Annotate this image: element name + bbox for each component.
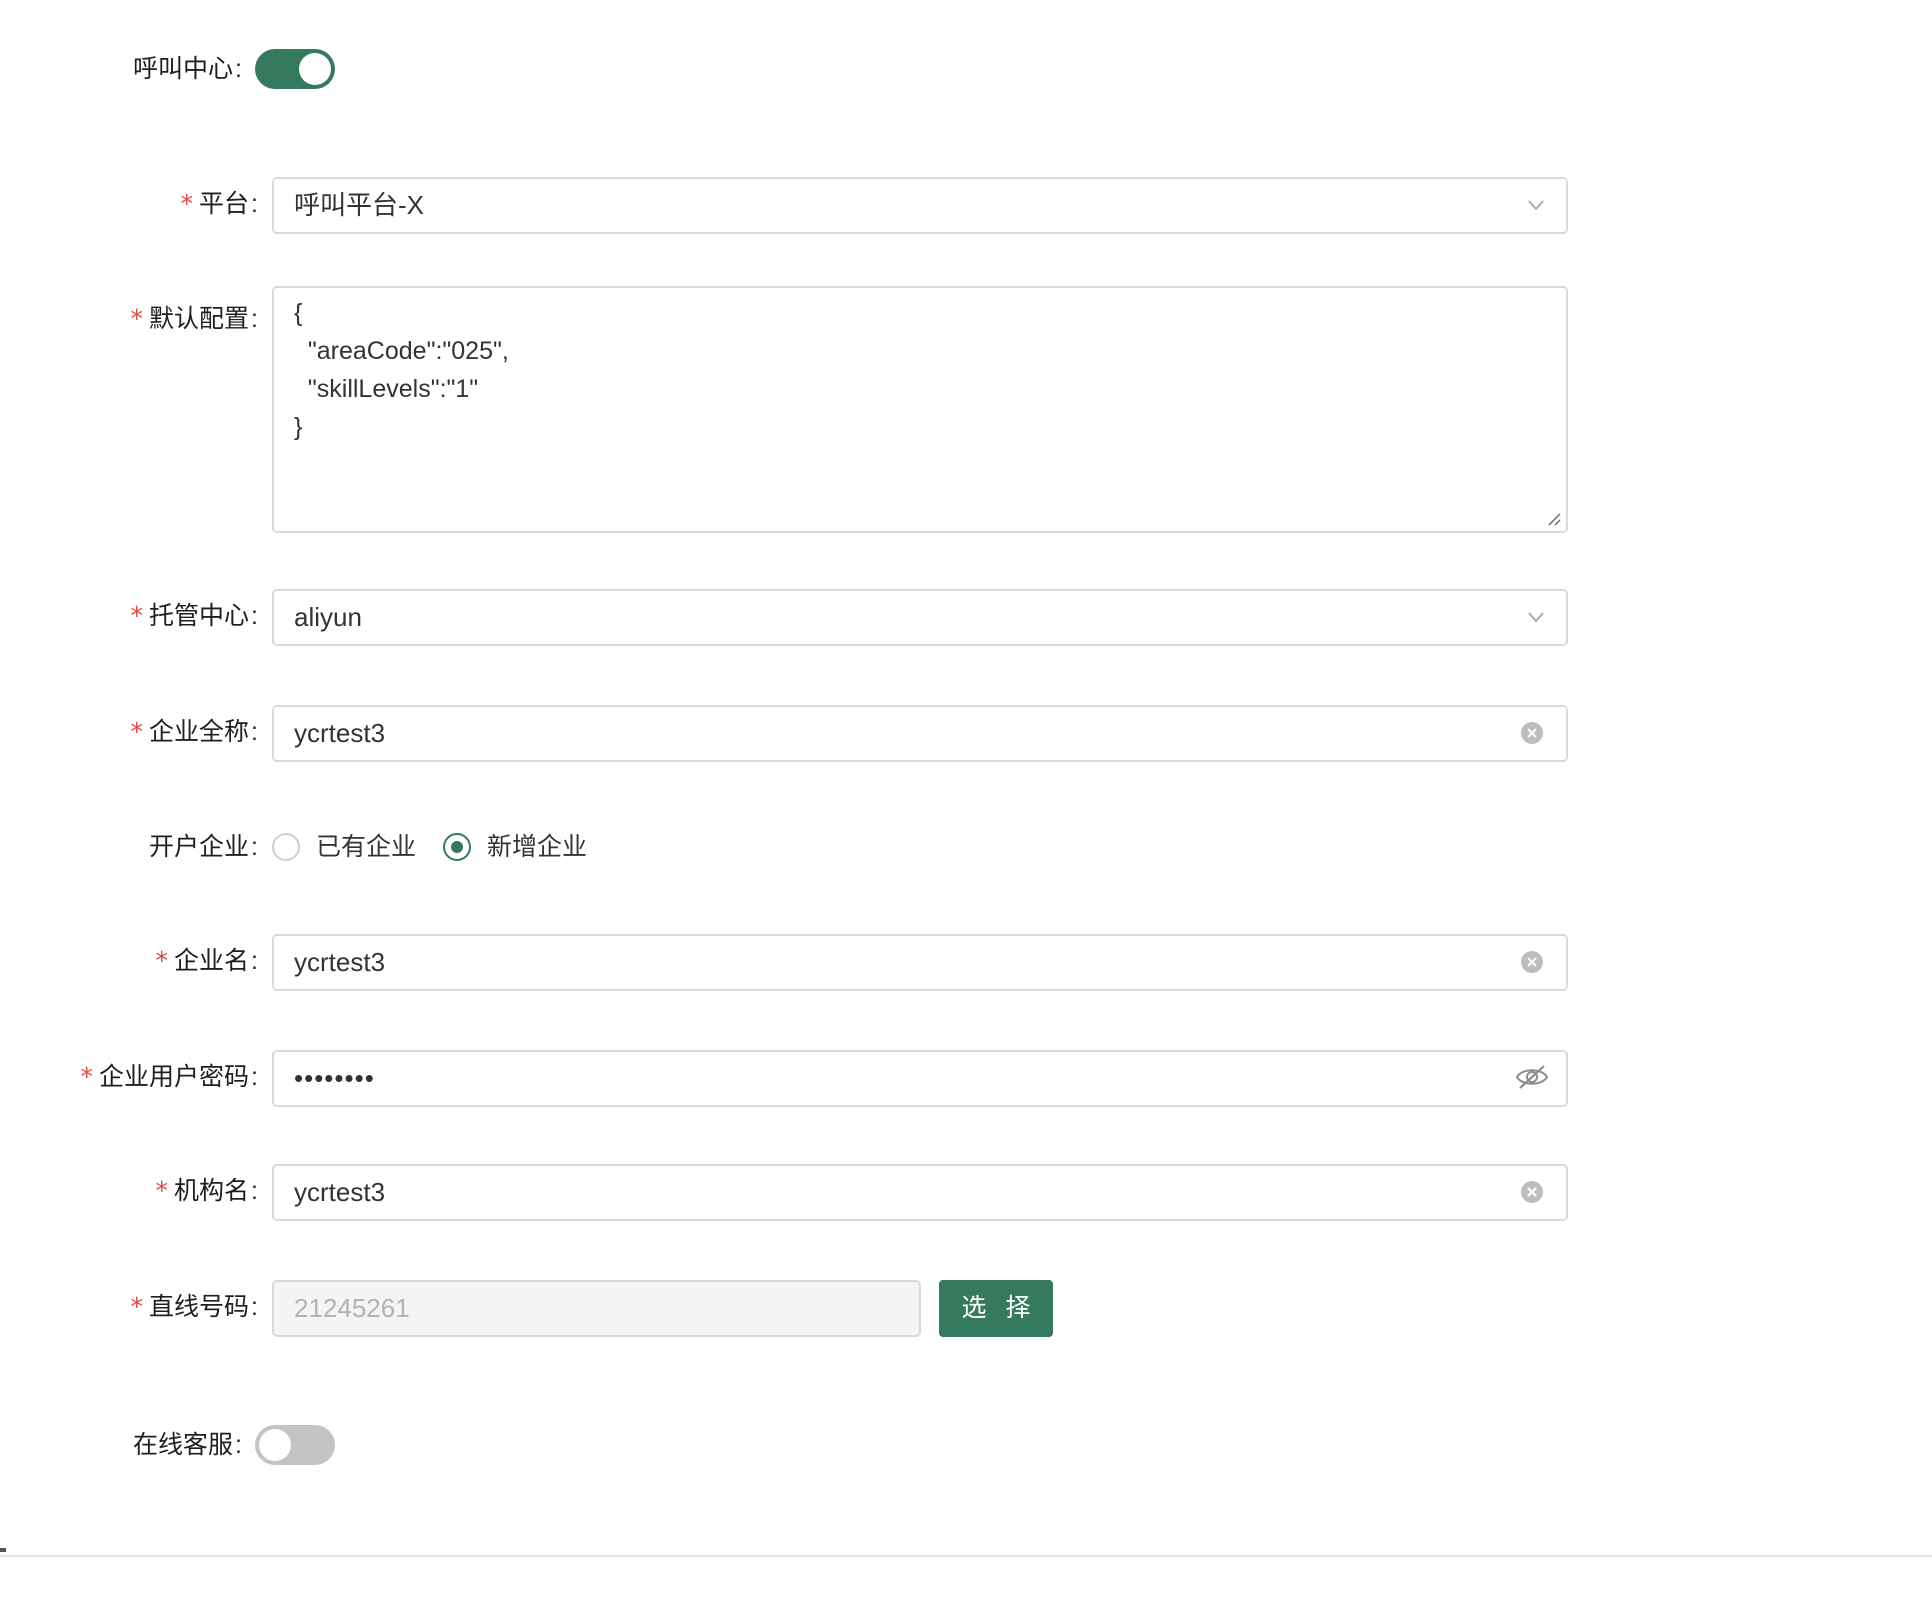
company-user-password-row: * 企业用户密码: •••••••• [0, 1050, 1932, 1107]
company-name-value: ycrtest3 [294, 947, 386, 977]
radio-label: 新增企业 [487, 833, 588, 861]
default-config-label-text: 默认配置 [149, 305, 250, 333]
resize-handle-icon[interactable] [1546, 511, 1562, 527]
org-name-row: * 机构名: ycrtest3 [0, 1164, 1932, 1221]
hosting-center-label: * 托管中心: [131, 601, 258, 631]
online-service-toggle[interactable] [255, 1425, 335, 1465]
direct-number-input: 21245261 [272, 1280, 921, 1337]
label-colon: : [251, 718, 258, 746]
config-line: "skillLevels":"1" [294, 375, 479, 403]
company-user-password-label-text: 企业用户密码 [99, 1063, 250, 1091]
label-colon: : [251, 190, 258, 218]
platform-label-text: 平台 [199, 190, 250, 218]
required-mark: * [155, 1176, 169, 1205]
label-colon: : [251, 947, 258, 975]
config-line: { [294, 299, 303, 327]
label-colon: : [251, 305, 258, 333]
edge-mark [0, 1548, 6, 1552]
open-account-company-label: 开户企业: [149, 832, 258, 862]
hosting-center-select[interactable]: aliyun [272, 589, 1568, 646]
chevron-down-icon [1528, 200, 1544, 211]
company-name-input[interactable]: ycrtest3 [272, 934, 1568, 991]
required-mark: * [130, 1292, 144, 1321]
company-full-name-input[interactable]: ycrtest3 [272, 705, 1568, 762]
company-full-name-label-text: 企业全称 [149, 718, 250, 746]
open-account-company-row: 开户企业: 已有企业 新增企业 [0, 827, 1932, 867]
required-mark: * [80, 1062, 94, 1091]
company-user-password-input[interactable]: •••••••• [272, 1050, 1568, 1107]
radio-circle [272, 833, 300, 861]
company-full-name-label: * 企业全称: [131, 717, 258, 747]
open-account-company-label-text: 开户企业 [149, 833, 250, 861]
direct-number-value: 21245261 [294, 1293, 410, 1323]
org-name-label-text: 机构名 [174, 1177, 250, 1205]
default-config-label: * 默认配置: [131, 304, 258, 334]
platform-select[interactable]: 呼叫平台-X [272, 177, 1568, 234]
required-mark: * [155, 946, 169, 975]
required-mark: * [180, 189, 194, 218]
required-mark: * [130, 304, 144, 333]
call-center-toggle[interactable] [255, 49, 335, 89]
company-full-name-value: ycrtest3 [294, 718, 386, 748]
platform-label: * 平台: [181, 189, 258, 219]
direct-number-row: * 直线号码: 21245261 选 择 [0, 1280, 1932, 1337]
company-user-password-label: * 企业用户密码: [81, 1062, 258, 1092]
bottom-divider [0, 1555, 1932, 1557]
direct-number-label-text: 直线号码 [149, 1293, 250, 1321]
call-center-label-text: 呼叫中心 [133, 55, 234, 83]
clear-icon[interactable] [1520, 950, 1544, 974]
label-colon: : [235, 1431, 242, 1459]
clear-icon[interactable] [1520, 721, 1544, 745]
label-colon: : [251, 602, 258, 630]
org-name-label: * 机构名: [156, 1176, 258, 1206]
select-number-button[interactable]: 选 择 [939, 1280, 1053, 1337]
eye-off-icon[interactable] [1514, 1061, 1550, 1093]
online-service-label-text: 在线客服 [133, 1431, 234, 1459]
platform-row: * 平台: 呼叫平台-X [0, 177, 1932, 234]
org-name-input[interactable]: ycrtest3 [272, 1164, 1568, 1221]
platform-select-value: 呼叫平台-X [294, 190, 425, 220]
hosting-center-select-value: aliyun [294, 602, 362, 632]
call-center-row: 呼叫中心: [0, 49, 1932, 89]
company-full-name-row: * 企业全称: ycrtest3 [0, 705, 1932, 762]
hosting-center-label-text: 托管中心 [149, 602, 250, 630]
radio-label: 已有企业 [316, 833, 417, 861]
password-value: •••••••• [294, 1063, 375, 1093]
clear-icon[interactable] [1520, 1180, 1544, 1204]
label-colon: : [251, 1063, 258, 1091]
call-center-label: 呼叫中心: [133, 54, 242, 84]
chevron-down-icon [1528, 612, 1544, 623]
online-service-row: 在线客服: [0, 1425, 1932, 1465]
company-name-label: * 企业名: [156, 946, 258, 976]
label-colon: : [251, 833, 258, 861]
direct-number-label: * 直线号码: [131, 1292, 258, 1322]
company-name-row: * 企业名: ycrtest3 [0, 934, 1932, 991]
label-colon: : [251, 1177, 258, 1205]
org-name-value: ycrtest3 [294, 1177, 386, 1207]
radio-circle [443, 833, 471, 861]
online-service-label: 在线客服: [133, 1430, 242, 1460]
label-colon: : [235, 55, 242, 83]
toggle-knob [259, 1429, 291, 1461]
required-mark: * [130, 601, 144, 630]
default-config-row: * 默认配置: { "areaCode":"025", "skillLevels"… [0, 286, 1932, 533]
required-mark: * [130, 717, 144, 746]
label-colon: : [251, 1293, 258, 1321]
hosting-center-row: * 托管中心: aliyun [0, 589, 1932, 646]
company-name-label-text: 企业名 [174, 947, 250, 975]
config-line: } [294, 413, 303, 441]
config-line: "areaCode":"025", [294, 337, 509, 365]
default-config-textarea[interactable]: { "areaCode":"025", "skillLevels":"1" } [272, 286, 1568, 533]
toggle-knob [299, 53, 331, 85]
